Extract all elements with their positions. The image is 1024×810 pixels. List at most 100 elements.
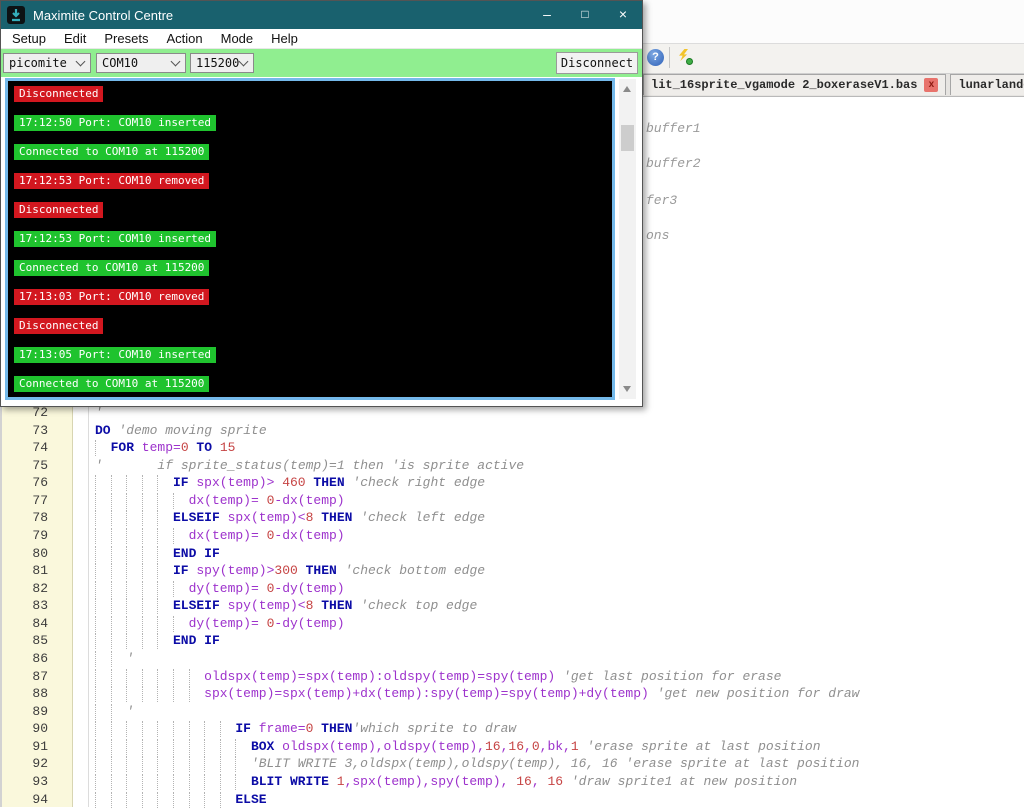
indent-guide <box>110 563 127 580</box>
code-line[interactable]: 72 ' <box>0 405 1024 423</box>
indent-guide <box>172 686 189 703</box>
indent-guide <box>219 791 236 808</box>
title-bar[interactable]: Maximite Control Centre – □ × <box>1 1 642 29</box>
code-line[interactable]: 93 BLIT WRITE 1,spx(temp),spy(temp), 16, … <box>0 773 1024 792</box>
indent-guide <box>141 738 158 755</box>
code-line[interactable]: 90 IF frame=0 THEN'which sprite to draw <box>0 721 1024 739</box>
code-line[interactable]: 92 'BLIT WRITE 3,oldspx(temp),oldspy(temp… <box>0 756 1024 774</box>
indent-guide <box>110 756 127 773</box>
line-number: 76 <box>32 475 48 491</box>
indent-guide <box>110 791 127 808</box>
indent-guide <box>126 756 142 773</box>
indent-guide <box>95 668 111 685</box>
indent-guide <box>157 773 173 790</box>
indent-guide <box>95 738 111 755</box>
code-line[interactable]: 82 dy(temp)= 0-dy(temp) <box>0 580 1024 599</box>
code-line[interactable]: 78 ELSEIF spx(temp)<8 THEN 'check left ed… <box>0 510 1024 528</box>
terminal-message: Connected to COM10 at 115200 <box>14 374 612 392</box>
code-line[interactable]: 86 ' <box>0 650 1024 669</box>
code-line[interactable]: 76 IF spx(temp)> 460 THEN 'check right ed… <box>0 475 1024 493</box>
menu-mode[interactable]: Mode <box>212 31 263 46</box>
code-line[interactable]: 73 DO 'demo moving sprite <box>0 423 1024 441</box>
indent-guide <box>157 633 173 650</box>
terminal-message: Connected to COM10 at 115200 <box>14 258 612 276</box>
line-number: 83 <box>32 598 48 614</box>
indent-guide <box>141 633 158 650</box>
terminal-message: 17:12:50 Port: COM10 inserted <box>14 113 612 131</box>
indent-guide <box>95 721 111 738</box>
port-select[interactable]: COM10 <box>96 53 186 73</box>
menu-setup[interactable]: Setup <box>3 31 55 46</box>
baud-select[interactable]: 115200 <box>190 53 254 73</box>
code-text: ' <box>95 650 134 667</box>
maximize-button[interactable]: □ <box>566 1 604 29</box>
code-line[interactable]: 88 spx(temp)=spx(temp)+dx(temp):spy(temp)… <box>0 686 1024 704</box>
indent-guide <box>110 580 127 597</box>
code-text: dy(temp)= 0-dy(temp) <box>95 580 345 597</box>
tab-inactive-file[interactable]: lunarlander15v2vga. <box>950 74 1024 95</box>
indent-guide <box>95 510 111 527</box>
indent-guide <box>188 791 205 808</box>
indent-guide <box>188 756 205 773</box>
code-line[interactable]: 84 dy(temp)= 0-dy(temp) <box>0 615 1024 634</box>
tab-active-file[interactable]: lit_16sprite_vgamode 2_boxeraseV1.bas x <box>643 74 947 95</box>
indent-guide <box>188 773 205 790</box>
status-badge: Connected to COM10 at 115200 <box>14 376 210 392</box>
build-run-icon[interactable] <box>677 49 693 65</box>
indent-guide <box>126 668 142 685</box>
code-text: END IF <box>95 633 220 650</box>
line-number: 73 <box>32 422 48 438</box>
code-text: IF frame=0 THEN'which sprite to draw <box>95 721 516 738</box>
status-badge: 17:13:03 Port: COM10 removed <box>14 289 210 305</box>
help-icon[interactable]: ? <box>647 49 664 66</box>
indent-guide <box>172 773 189 790</box>
indent-guide <box>157 510 173 527</box>
menu-action[interactable]: Action <box>157 31 211 46</box>
indent-guide <box>126 475 142 492</box>
indent-guide <box>219 756 236 773</box>
code-line[interactable]: 85 END IF <box>0 633 1024 651</box>
code-text: ELSEIF spx(temp)<8 THEN 'check left edge <box>95 510 485 527</box>
indent-guide <box>172 756 189 773</box>
code-line[interactable]: 89 ' <box>0 703 1024 722</box>
chevron-down-icon <box>75 56 86 67</box>
minimize-button[interactable]: – <box>528 1 566 29</box>
code-line[interactable]: 83 ELSEIF spy(temp)<8 THEN 'check top edg… <box>0 598 1024 616</box>
indent-guide <box>110 738 127 755</box>
code-line[interactable]: 87 oldspx(temp)=spx(temp):oldspy(temp)=sp… <box>0 668 1024 687</box>
code-line[interactable]: 74 FOR temp=0 TO 15 <box>0 440 1024 458</box>
indent-guide <box>141 527 158 544</box>
indent-guide <box>157 598 173 615</box>
device-select[interactable]: picomite <box>3 53 91 73</box>
menu-help[interactable]: Help <box>262 31 307 46</box>
indent-guide <box>157 563 173 580</box>
indent-guide <box>141 721 158 738</box>
terminal-message: Connected to COM10 at 115200 <box>14 142 612 160</box>
indent-guide <box>126 791 142 808</box>
indent-guide <box>204 756 220 773</box>
indent-guide <box>219 773 236 790</box>
indent-guide <box>188 668 205 685</box>
code-line[interactable]: 91 BOX oldspx(temp),oldspy(temp),16,16,0,… <box>0 738 1024 757</box>
indent-guide <box>172 738 189 755</box>
indent-guide <box>157 686 173 703</box>
close-button[interactable]: × <box>604 1 642 29</box>
indent-guide <box>95 615 111 632</box>
disconnect-button[interactable]: Disconnect <box>556 52 638 74</box>
tab-close-icon[interactable]: x <box>924 78 939 92</box>
indent-guide <box>157 791 173 808</box>
code-line[interactable]: 80 END IF <box>0 545 1024 564</box>
menu-edit[interactable]: Edit <box>55 31 95 46</box>
scrollbar-thumb[interactable] <box>621 125 634 151</box>
code-line[interactable]: 81 IF spy(temp)>300 THEN 'check bottom ed… <box>0 563 1024 581</box>
indent-guide <box>204 721 220 738</box>
line-number: 89 <box>32 703 48 719</box>
scroll-up-button[interactable] <box>619 81 636 97</box>
code-line[interactable]: 79 dx(temp)= 0-dx(temp) <box>0 527 1024 546</box>
menu-presets[interactable]: Presets <box>95 31 157 46</box>
code-line[interactable]: 75 ' if sprite_status(temp)=1 then 'is sp… <box>0 458 1024 476</box>
code-line[interactable]: 77 dx(temp)= 0-dx(temp) <box>0 492 1024 511</box>
indent-guide <box>95 791 111 808</box>
scroll-down-button[interactable] <box>619 381 636 397</box>
indent-guide <box>126 615 142 632</box>
